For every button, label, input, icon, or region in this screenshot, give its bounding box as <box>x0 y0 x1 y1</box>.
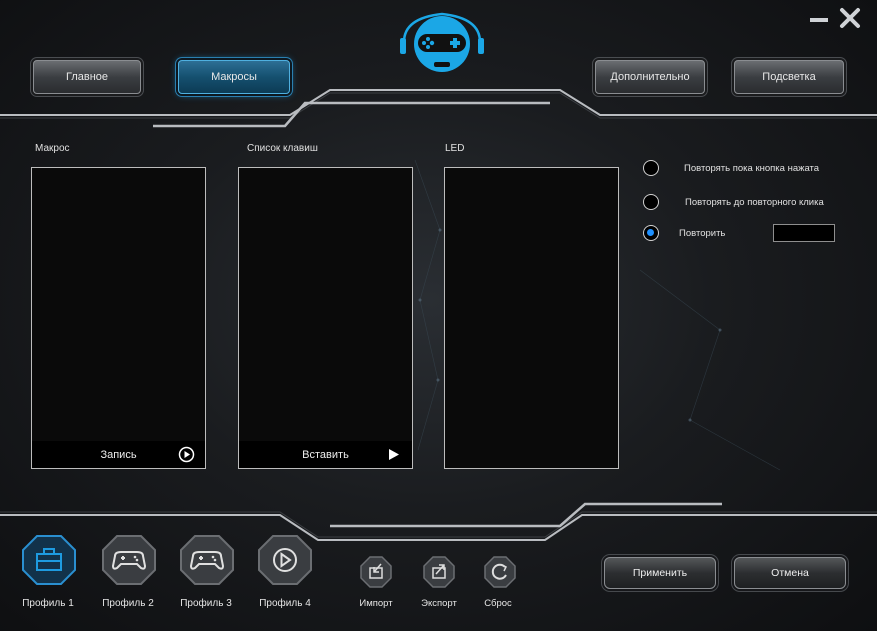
repeat-until-click-option[interactable] <box>643 192 659 212</box>
repeat-while-pressed-option[interactable] <box>643 158 659 178</box>
export-button[interactable] <box>423 556 455 588</box>
repeat-count-input[interactable] <box>773 224 835 242</box>
export-label: Экспорт <box>421 598 457 609</box>
play-triangle-icon <box>389 449 399 460</box>
keys-column-label: Список клавиш <box>247 143 318 154</box>
profile-2-label: Профиль 2 <box>102 598 154 609</box>
profile-3-label: Профиль 3 <box>180 598 232 609</box>
macro-list-panel[interactable]: Запись <box>31 167 206 469</box>
close-icon[interactable] <box>838 6 862 30</box>
led-list-panel[interactable] <box>444 167 619 469</box>
insert-button[interactable]: Вставить <box>239 441 412 468</box>
repeat-while-pressed-label: Повторять пока кнопка нажата <box>684 163 820 174</box>
repeat-count-label: Повторить <box>679 228 726 239</box>
reset-button[interactable] <box>484 556 516 588</box>
nav-advanced-button[interactable]: Дополнительно <box>595 60 705 94</box>
key-list-panel[interactable]: Вставить <box>238 167 413 469</box>
profile-1-button[interactable] <box>21 534 77 586</box>
nav-macros-button[interactable]: Макросы <box>178 60 290 94</box>
reset-label: Сброс <box>484 598 512 609</box>
apply-button[interactable]: Применить <box>604 557 716 589</box>
repeat-count-option[interactable] <box>643 223 659 243</box>
macro-column-label: Макрос <box>35 143 70 154</box>
profile-4-label: Профиль 4 <box>259 598 311 609</box>
repeat-until-click-label: Повторять до повторного клика <box>685 197 824 208</box>
profile-1-label: Профиль 1 <box>22 598 74 609</box>
insert-button-label: Вставить <box>302 448 349 461</box>
led-column-label: LED <box>445 143 465 154</box>
repeat-count-radio[interactable] <box>643 225 659 241</box>
import-label: Импорт <box>359 598 393 609</box>
nav-lighting-button[interactable]: Подсветка <box>734 60 844 94</box>
record-button-label: Запись <box>100 448 137 461</box>
import-button[interactable] <box>360 556 392 588</box>
profile-2-button[interactable] <box>101 534 157 586</box>
nav-main-button[interactable]: Главное <box>33 60 141 94</box>
profile-3-button[interactable] <box>179 534 235 586</box>
profile-4-button[interactable] <box>257 534 313 586</box>
gamepad-robot-logo-icon <box>400 12 484 72</box>
repeat-until-click-radio[interactable] <box>643 194 659 210</box>
repeat-while-pressed-radio[interactable] <box>643 160 659 176</box>
app-window: Главное Макросы Дополнительно Подсветка … <box>0 0 877 631</box>
minimize-icon[interactable] <box>808 6 832 30</box>
play-circle-icon <box>178 446 195 463</box>
cancel-button[interactable]: Отмена <box>734 557 846 589</box>
record-button[interactable]: Запись <box>32 441 205 468</box>
